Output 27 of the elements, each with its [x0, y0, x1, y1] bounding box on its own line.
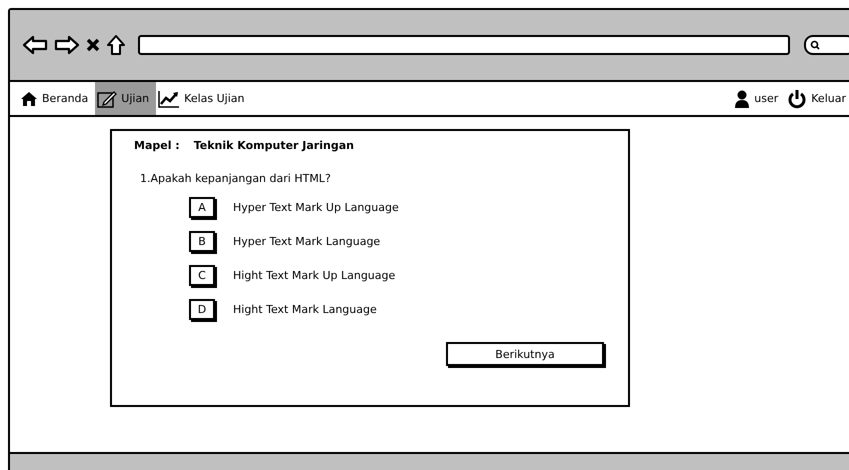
subject-label: Mapel : — [134, 139, 180, 152]
logout-link[interactable]: Keluar — [785, 82, 849, 115]
user-link[interactable]: user — [732, 82, 786, 115]
answer-option-text: Hight Text Mark Up Language — [233, 269, 396, 282]
back-arrow-icon[interactable] — [22, 35, 48, 55]
answer-option-button[interactable]: C — [189, 265, 215, 286]
line-chart-icon — [158, 90, 180, 108]
address-field[interactable] — [138, 35, 790, 55]
question-text: 1.Apakah kepanjangan dari HTML? — [139, 172, 332, 185]
pencil-icon — [97, 90, 118, 108]
answer-option-button[interactable]: A — [189, 197, 215, 218]
search-icon — [810, 40, 820, 50]
subject-name: Teknik Komputer Jaringan — [194, 139, 354, 152]
answer-option-text: Hyper Text Mark Up Language — [233, 201, 399, 214]
answer-option-text: Hyper Text Mark Language — [233, 235, 380, 248]
close-icon[interactable] — [86, 38, 100, 52]
search-field[interactable] — [804, 35, 849, 55]
nav-tab[interactable]: Ujian — [95, 82, 156, 115]
nav-tab[interactable]: Kelas Ujian — [156, 82, 252, 115]
answer-option-button[interactable]: B — [189, 231, 215, 252]
forward-arrow-icon[interactable] — [54, 35, 80, 55]
answer-option-text: Hight Text Mark Language — [233, 303, 377, 316]
nav-tab[interactable]: Beranda — [18, 82, 96, 115]
power-icon — [787, 88, 808, 108]
next-button[interactable]: Berikutnya — [446, 342, 604, 366]
user-icon — [734, 90, 750, 108]
answer-option-button[interactable]: D — [189, 299, 215, 320]
